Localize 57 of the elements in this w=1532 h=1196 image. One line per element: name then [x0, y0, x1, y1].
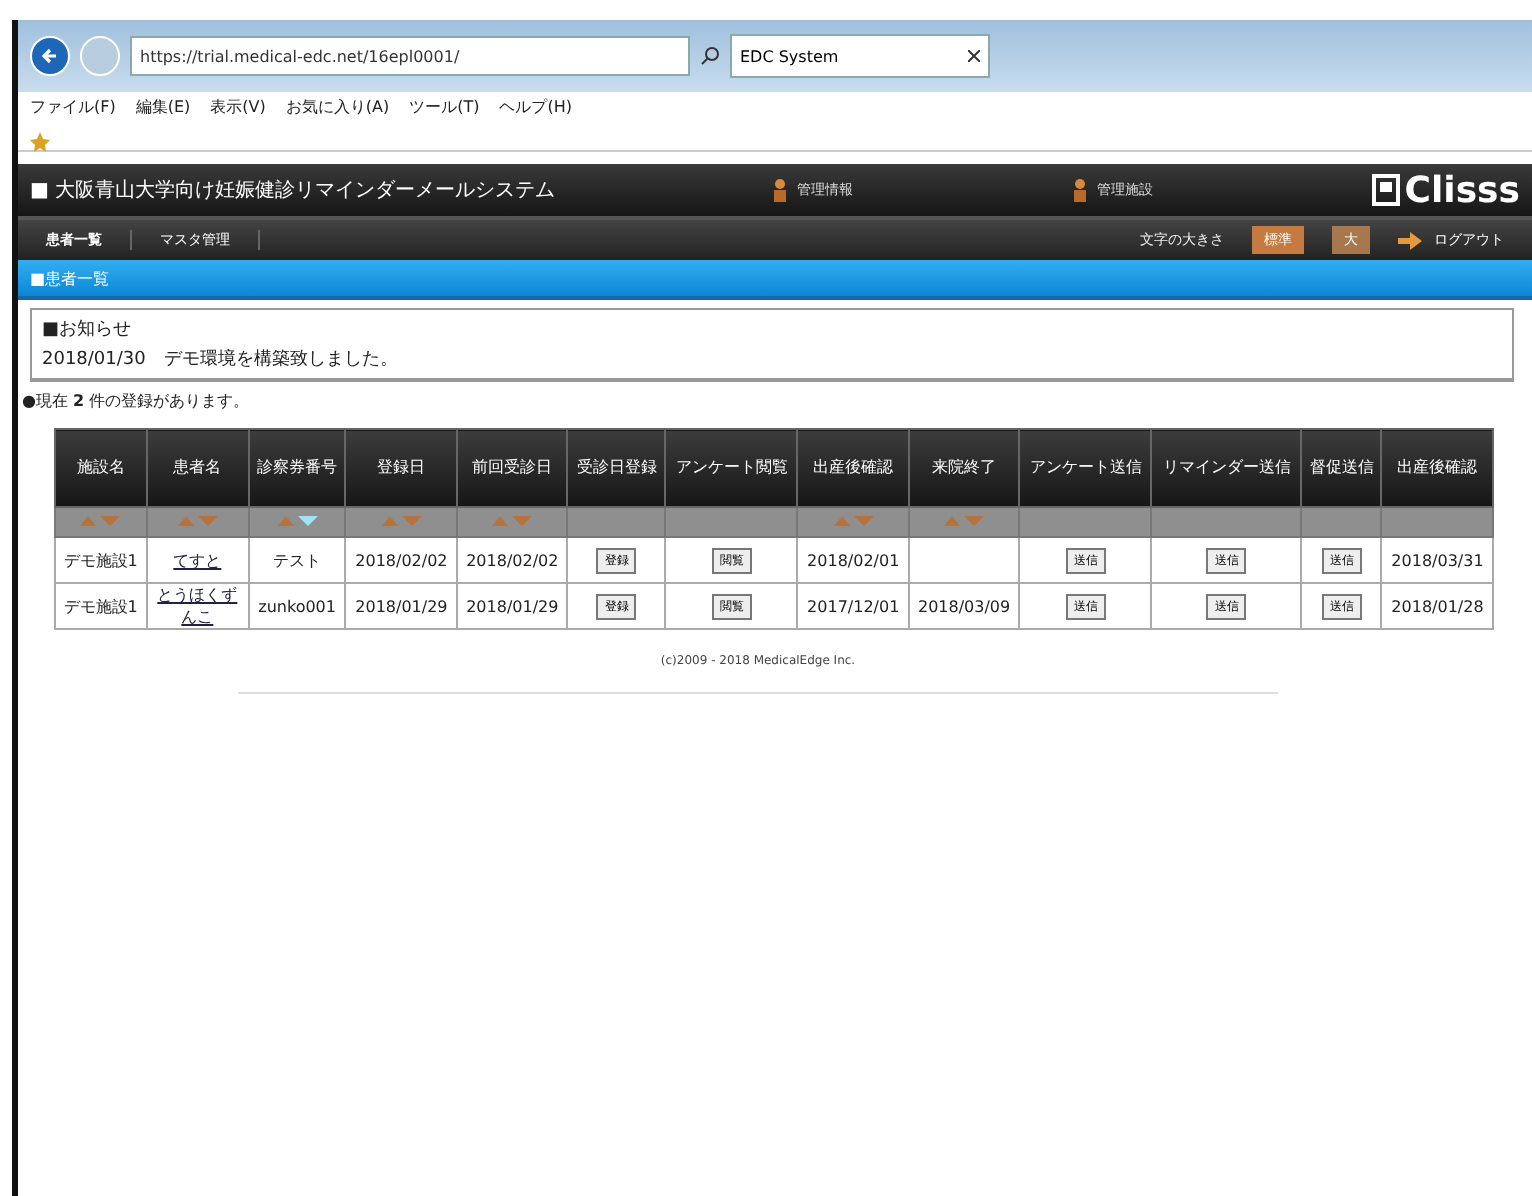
menu-item[interactable]: ツール(T)	[409, 96, 480, 118]
table-cell: 2018/03/31	[1381, 537, 1493, 583]
menu-item[interactable]: 表示(V)	[210, 96, 266, 118]
column-header: 出産後確認	[1381, 429, 1493, 507]
table-cell: 2018/02/02	[456, 537, 568, 583]
column-header: 登録日	[345, 429, 457, 507]
sort-arrows-icon[interactable]	[275, 513, 320, 527]
star-icon[interactable]	[30, 132, 50, 152]
column-header: 施設名	[55, 429, 147, 507]
table-cell: 2018/01/29	[345, 583, 457, 629]
sort-arrows-icon[interactable]	[490, 513, 535, 527]
table-cell: 2018/03/09	[908, 583, 1020, 629]
sort-arrows-icon[interactable]	[831, 513, 876, 527]
browser-tab[interactable]: EDC System	[730, 34, 990, 78]
table-cell: 2018/01/29	[456, 583, 568, 629]
person-icon	[772, 178, 789, 202]
notice-title: ■お知らせ	[42, 317, 134, 342]
table-cell: 2018/01/28	[1381, 583, 1493, 629]
table-cell: zunko001	[248, 583, 346, 629]
table-cell: デモ施設1	[55, 583, 147, 629]
table-cell: 2018/02/02	[345, 537, 457, 583]
column-header: アンケート送信	[1019, 429, 1152, 507]
logo: Clisss	[1372, 169, 1520, 211]
address-field[interactable]: https://trial.medical-edc.net/16epl0001/	[130, 36, 690, 76]
menu-item[interactable]: お気に入り(A)	[285, 96, 390, 118]
section-title: ■患者一覧	[18, 260, 1532, 300]
sort-arrows-icon[interactable]	[78, 513, 123, 527]
column-header: 患者名	[146, 429, 249, 507]
column-header: 出産後確認	[797, 429, 909, 507]
back-button[interactable]	[30, 36, 70, 76]
search-icon[interactable]	[700, 46, 720, 66]
column-header: アンケート閲覧	[665, 429, 798, 507]
column-header: 督促送信	[1301, 429, 1382, 507]
column-header: 診察券番号	[248, 429, 346, 507]
sort-arrows-icon[interactable]	[942, 513, 987, 527]
sort-arrows-icon[interactable]	[175, 513, 220, 527]
sort-arrows-icon[interactable]	[379, 513, 424, 527]
table-cell: 2018/02/01	[797, 537, 909, 583]
table-cell: 2017/12/01	[797, 583, 909, 629]
menu-item[interactable]: 編集(E)	[135, 96, 191, 118]
arrow-icon	[1398, 231, 1422, 249]
table-cell: テスト	[248, 537, 346, 583]
record-count: ●現在 2 件の登録があります。	[20, 390, 252, 414]
table-cell: デモ施設1	[55, 537, 147, 583]
column-header: 受診日登録	[567, 429, 666, 507]
menu-item[interactable]: ヘルプ(H)	[499, 96, 572, 118]
logo-icon	[1372, 174, 1401, 206]
forward-button[interactable]	[80, 36, 120, 76]
person-icon	[1072, 178, 1089, 202]
app-title: ■ 大阪青山大学向け妊娠健診リマインダーメールシステム	[30, 177, 558, 204]
column-header: 前回受診日	[456, 429, 568, 507]
column-header: 来院終了	[908, 429, 1020, 507]
menu-item[interactable]: ファイル(F)	[30, 96, 116, 118]
close-icon[interactable]	[968, 50, 980, 62]
back-arrow-icon	[40, 46, 60, 66]
column-header: リマインダー送信	[1151, 429, 1302, 507]
notice-text: 2018/01/30 デモ環境を構築致しました。	[42, 347, 400, 372]
